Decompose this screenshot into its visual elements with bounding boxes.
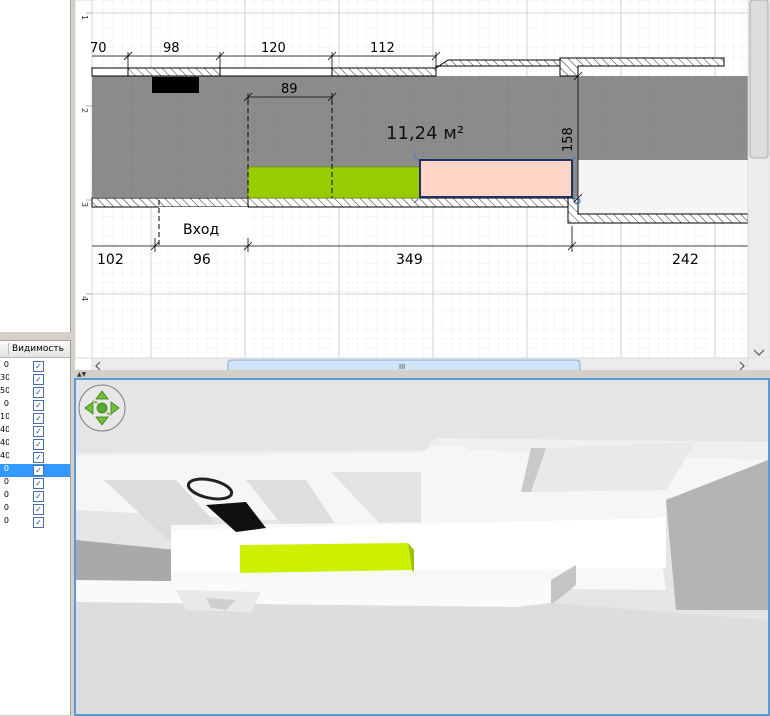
visibility-checkbox[interactable]: ✓ [33,452,44,463]
dim-top-0: 70 [90,41,107,56]
visibility-checkbox[interactable]: ✓ [33,491,44,502]
plan-view[interactable]: 1 2 3 4 70 98 120 112 89 158 11,24 м² Вх… [74,0,770,374]
visibility-checkbox[interactable]: ✓ [33,478,44,489]
table-row[interactable]: 0 ✓ [0,490,70,503]
visibility-checkbox[interactable]: ✓ [33,387,44,398]
table-row[interactable]: 30 ✓ [0,373,70,386]
visibility-checkbox[interactable]: ✓ [33,504,44,515]
visibility-checkbox[interactable]: ✓ [33,400,44,411]
dim-bottom-0: 102 [97,252,124,268]
visibility-checkbox[interactable]: ✓ [33,517,44,528]
row-value: 40 [0,451,9,460]
dim-vertical: 158 [561,127,576,152]
furniture-catalog-panel [0,0,71,332]
visibility-checkbox[interactable]: ✓ [33,439,44,450]
table-row[interactable]: 50 ✓ [0,386,70,399]
row-value: 0 [3,464,9,473]
table-row[interactable]: 0 ✓ [0,477,70,490]
vertical-scroll-thumb[interactable] [749,0,769,159]
dim-bottom-2: 349 [396,252,423,268]
column-header-value[interactable] [0,343,9,355]
green-furniture-3d[interactable] [240,543,412,573]
table-row[interactable]: 40 ✓ [0,451,70,464]
ruler-mark-2: 2 [80,108,89,113]
row-value: 0 [3,477,9,486]
adjacent-room[interactable] [578,160,748,214]
table-row[interactable]: 40 ✓ [0,425,70,438]
splitter-arrows-icon[interactable]: ▲▼ [77,371,86,378]
dim-top-1: 98 [163,41,180,56]
green-furniture[interactable] [247,166,421,199]
row-value: 0 [3,503,9,512]
row-value: 30 [0,373,9,382]
plan-canvas[interactable]: 1 2 3 4 70 98 120 112 89 158 11,24 м² Вх… [74,0,770,374]
visibility-checkbox[interactable]: ✓ [33,465,44,476]
bottom-wall-middle[interactable] [247,197,569,208]
table-row[interactable]: 10 ✓ [0,412,70,425]
window-opening[interactable] [219,67,333,77]
table-row[interactable]: 0 ✓ [0,516,70,529]
furniture-list-table: Видимость 0 ✓ 30 ✓ 50 ✓ 0 ✓ 10 ✓ 40 ✓ 40 ✓ 40 ✓ 0 ✓ 0 ✓ 0 ✓ 0 ✓… [0,340,71,715]
floor-3d [76,602,768,714]
row-value: 40 [0,425,9,434]
table-header[interactable]: Видимость [0,341,70,358]
3d-navigation-control[interactable] [78,384,126,432]
table-row[interactable]: 40 ✓ [0,438,70,451]
dim-door: 89 [281,82,298,97]
3d-canvas[interactable] [76,380,768,714]
dim-bottom-3: 242 [672,252,699,268]
room-area-label: 11,24 м² [386,123,464,144]
top-wall-segment[interactable] [91,67,129,77]
selected-room[interactable] [419,159,573,198]
table-row[interactable]: 0 ✓ [0,464,70,477]
ruler-mark-1: 1 [80,15,89,20]
bottom-wall-left[interactable] [91,197,249,208]
table-row[interactable]: 0 ✓ [0,360,70,373]
visibility-checkbox[interactable]: ✓ [33,361,44,372]
row-value: 10 [0,412,9,421]
visibility-checkbox[interactable]: ✓ [33,413,44,424]
visibility-checkbox[interactable]: ✓ [33,426,44,437]
view-splitter[interactable]: ▲▼ [73,370,770,378]
3d-view[interactable] [74,378,770,716]
black-cabinet[interactable] [152,77,199,93]
table-row[interactable]: 0 ✓ [0,503,70,516]
dim-top-2: 120 [261,41,286,56]
ruler-mark-4: 4 [80,296,89,301]
row-value: 0 [3,516,9,525]
ruler-mark-3: 3 [80,202,89,207]
row-value: 0 [3,360,9,369]
row-value: 50 [0,386,9,395]
table-row[interactable]: 0 ✓ [0,399,70,412]
entrance-label: Вход [183,222,219,238]
row-value: 40 [0,438,9,447]
dim-top-3: 112 [370,41,395,56]
row-value: 0 [3,399,9,408]
nav-center-icon[interactable] [96,402,108,414]
column-header-visibility[interactable]: Видимость [12,344,64,354]
row-value: 0 [3,490,9,499]
visibility-checkbox[interactable]: ✓ [33,374,44,385]
dim-bottom-1: 96 [193,252,211,268]
